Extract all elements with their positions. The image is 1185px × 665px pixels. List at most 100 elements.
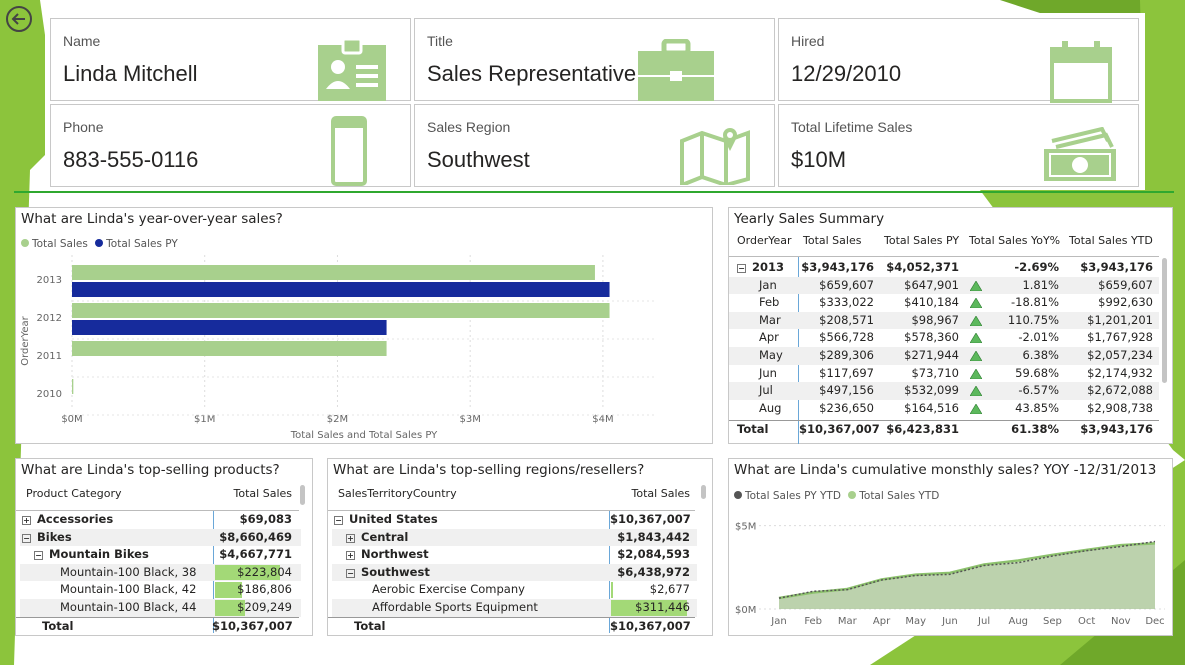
bar-total-sales-py-2013[interactable] xyxy=(72,282,610,297)
table-cell: $2,908,738 xyxy=(1063,400,1153,418)
bar-total-sales-py-2012[interactable] xyxy=(72,320,387,335)
kpi-value: 883-555-0116 xyxy=(63,147,199,172)
phone-icon xyxy=(331,116,367,186)
cell-text: $10,367,007 xyxy=(799,422,880,436)
table-cell: $333,022 xyxy=(799,294,874,312)
x-tick-label: Jul xyxy=(977,616,990,627)
kpi-label: Total Lifetime Sales xyxy=(791,119,913,135)
table-row: Affordable Sports Equipment $311,446 xyxy=(332,599,697,617)
total-label: Total xyxy=(354,618,386,633)
row-label-text: Mountain-100 Black, 42 xyxy=(60,582,197,597)
products-table: Product Category Total Sales + Accessories $… xyxy=(16,481,312,635)
vertical-scrollbar[interactable] xyxy=(1162,258,1167,383)
total-row: Total $10,367,007 xyxy=(20,618,301,636)
kpi-card-name: Name Linda Mitchell xyxy=(50,18,411,101)
column-header: Total Sales xyxy=(233,487,292,500)
regions-table: SalesTerritoryCountry Total Sales − United … xyxy=(328,481,712,635)
table-row: Jan $659,607 $647,901 1.81% $659,607 xyxy=(729,276,1159,295)
x-tick-label: Jun xyxy=(941,616,958,627)
collapse-toggle[interactable]: − xyxy=(737,264,746,273)
top-products-matrix[interactable]: What are Linda's top-selling products? P… xyxy=(15,458,313,636)
column-header: OrderYear xyxy=(737,234,792,247)
cell-text: 110.75% xyxy=(1007,312,1059,327)
bar-total-sales-2013[interactable] xyxy=(72,265,595,280)
legend-label-py-ytd: Total Sales PY YTD xyxy=(745,490,841,502)
row-label: Affordable Sports Equipment xyxy=(372,599,538,617)
table-cell: $3,943,176 xyxy=(1063,259,1153,277)
cell-text: $659,607 xyxy=(1098,277,1153,292)
cumulative-area-chart: $5M $0M Jan Feb Mar Apr May Jun Jul Aug Sep Oct Nov D… xyxy=(735,522,1165,627)
row-label-text: Affordable Sports Equipment xyxy=(372,600,538,614)
table-cell: -2.01% xyxy=(969,329,1059,347)
calendar-icon xyxy=(1050,41,1112,103)
vertical-scrollbar[interactable] xyxy=(300,485,305,505)
top-regions-matrix[interactable]: What are Linda's top-selling regions/res… xyxy=(327,458,713,636)
bar-total-sales-2012[interactable] xyxy=(72,303,610,318)
cell-text: 1.81% xyxy=(1022,277,1059,292)
cell-text: $164,516 xyxy=(904,400,959,415)
cell-text: $1,201,201 xyxy=(1087,312,1153,327)
x-tick-label: Dec xyxy=(1145,616,1164,627)
cumulative-sales-chart[interactable]: What are Linda's cumulative monsthly sal… xyxy=(728,458,1173,636)
divider xyxy=(14,191,1174,193)
cell-text: 2013 xyxy=(752,260,785,274)
cell-text: Apr xyxy=(759,330,779,345)
table-row: − Bikes $8,660,469 xyxy=(20,528,301,547)
cell-text: 6.38% xyxy=(1022,348,1059,362)
x-tick-label: Feb xyxy=(804,616,822,627)
legend-label-ytd: Total Sales YTD xyxy=(859,490,940,502)
row-value: $8,660,469 xyxy=(219,529,292,544)
cell-text: $289,306 xyxy=(819,348,874,362)
collapse-toggle[interactable]: − xyxy=(34,551,43,561)
table-row: Mountain-100 Black, 42 $186,806 xyxy=(20,581,301,599)
kpi-card-sales-region: Sales Region Southwest xyxy=(414,104,775,187)
kpi-value: 12/29/2010 xyxy=(791,61,902,86)
yoy-bar-chart: $0M $1M $2M $3M $4M 2013 2012 2011 2010 Total Sal… xyxy=(20,255,656,441)
cell-text: $2,908,738 xyxy=(1087,400,1153,415)
cell-text: -18.81% xyxy=(1011,295,1059,310)
y-tick-label: 2011 xyxy=(37,351,62,362)
bar-total-sales-2010[interactable] xyxy=(72,379,74,394)
header-divider xyxy=(729,256,1159,257)
row-label-text: United States xyxy=(349,512,438,526)
bar-total-sales-2011[interactable] xyxy=(72,341,387,356)
yearly-sales-summary[interactable]: Yearly Sales Summary OrderYear Total Sale… xyxy=(728,207,1173,444)
cell-text: $2,174,932 xyxy=(1087,365,1153,380)
collapse-toggle[interactable]: + xyxy=(346,533,355,543)
briefcase-icon xyxy=(638,39,714,101)
collapse-toggle[interactable]: − xyxy=(346,568,355,578)
x-tick-label: May xyxy=(905,616,926,627)
collapse-toggle[interactable]: − xyxy=(334,516,343,525)
vertical-scrollbar[interactable] xyxy=(701,485,706,499)
collapse-toggle[interactable]: + xyxy=(346,551,355,561)
trend-up-icon xyxy=(970,280,982,291)
cell-text: May xyxy=(759,348,783,362)
cell-text: -2.69% xyxy=(1014,260,1059,274)
kpi-label: Hired xyxy=(791,33,825,49)
kpi-card-phone: Phone 883-555-0116 xyxy=(50,104,411,187)
y-tick-label: 2010 xyxy=(37,389,62,400)
cell-text: $2,057,234 xyxy=(1087,348,1153,362)
table-cell: −2013 xyxy=(737,259,797,277)
table-cell: $236,650 xyxy=(799,400,874,418)
yoy-sales-chart[interactable]: What are Linda's year-over-year sales? T… xyxy=(15,207,713,444)
collapse-toggle[interactable]: + xyxy=(22,516,31,525)
row-label: + Central xyxy=(346,529,408,547)
total-label: Total xyxy=(42,618,74,633)
x-tick-label: $2M xyxy=(327,414,348,425)
row-label-text: Southwest xyxy=(361,564,430,579)
row-value: $2,084,593 xyxy=(617,547,690,562)
y-tick-label: 2012 xyxy=(37,313,62,324)
table-cell: $659,607 xyxy=(799,277,874,295)
table-cell: $164,516 xyxy=(879,400,959,418)
column-header: Total Sales YoY% xyxy=(969,234,1061,247)
row-value: $186,806 xyxy=(237,582,292,597)
table-cell: $1,767,928 xyxy=(1063,329,1153,347)
kpi-card-total-lifetime-sales: Total Lifetime Sales $10M xyxy=(778,104,1139,187)
back-button[interactable] xyxy=(5,5,33,33)
cell-text: Feb xyxy=(759,295,780,310)
kpi-label: Sales Region xyxy=(427,119,511,135)
table-title: What are Linda's top-selling products? xyxy=(21,462,280,478)
collapse-toggle[interactable]: − xyxy=(22,533,31,543)
legend-marker xyxy=(848,491,857,499)
